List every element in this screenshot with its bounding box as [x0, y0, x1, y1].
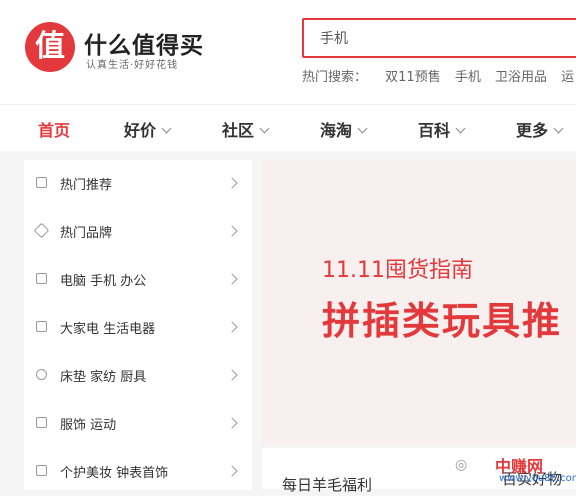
nav-item-overseas[interactable]: 海淘	[320, 117, 368, 141]
chevron-right-icon	[226, 465, 238, 477]
watermark: ◎ 中赚网 www.you85.com	[455, 453, 576, 489]
document-icon	[36, 177, 47, 188]
monitor-icon	[36, 273, 47, 284]
search-box[interactable]	[302, 18, 576, 58]
lipstick-icon	[36, 465, 47, 476]
nav-item-deals[interactable]: 好价	[124, 117, 172, 141]
sidebar-item-label: 电脑 手机 办公	[60, 274, 147, 289]
hot-search-link[interactable]: 双11预售	[385, 70, 441, 85]
sidebar-item-hot-recommend[interactable]: 热门推荐	[24, 160, 252, 208]
nav-label: 百科	[418, 121, 451, 140]
promo-banner[interactable]: 11.11囤货指南 拼插类玩具推	[262, 160, 576, 445]
banner-title: 拼插类玩具推	[322, 299, 563, 343]
sidebar-item-label: 大家电 生活电器	[60, 322, 156, 337]
nav-label: 好价	[124, 121, 157, 140]
sidebar-item-label: 热门推荐	[60, 178, 113, 193]
nav-item-wiki[interactable]: 百科	[418, 117, 466, 141]
chevron-down-icon	[259, 123, 270, 134]
shoe-icon	[36, 417, 47, 428]
banner-subtitle: 11.11囤货指南	[322, 258, 473, 283]
user-icon	[36, 369, 47, 380]
chevron-right-icon	[226, 225, 238, 237]
logo-icon[interactable]: 值	[25, 22, 75, 72]
header: 值 什么值得买 认真生活·好好花钱 热门搜索： 双11预售 手机 卫浴用品 运	[0, 0, 576, 104]
chevron-down-icon	[553, 123, 564, 134]
chevron-right-icon	[226, 369, 238, 381]
sidebar-item-label: 床垫 家纺 厨具	[60, 370, 147, 385]
chevron-right-icon	[226, 321, 238, 333]
chevron-right-icon	[226, 273, 238, 285]
chevron-down-icon	[161, 123, 172, 134]
hot-search-link[interactable]: 运	[561, 70, 574, 85]
sidebar-item-hot-brands[interactable]: 热门品牌	[24, 208, 252, 256]
hot-search-row: 热门搜索： 双11预售 手机 卫浴用品 运	[302, 66, 576, 85]
nav-label: 首页	[38, 121, 71, 140]
hot-search-label: 热门搜索：	[302, 70, 368, 85]
sidebar-item-apparel[interactable]: 服饰 运动	[24, 400, 252, 448]
wechat-icon: ◎	[455, 457, 468, 473]
nav-item-community[interactable]: 社区	[222, 117, 270, 141]
logo-name[interactable]: 什么值得买	[84, 26, 204, 60]
main-nav: 首页 好价 社区 海淘 百科 更多	[0, 104, 576, 151]
search-input[interactable]	[318, 29, 562, 47]
chevron-right-icon	[226, 417, 238, 429]
hot-search-link[interactable]: 卫浴用品	[495, 70, 547, 85]
watermark-url: www.you85.com	[499, 473, 576, 484]
chevron-down-icon	[357, 123, 368, 134]
hot-search-link[interactable]: 手机	[455, 70, 481, 85]
sidebar-item-home-textiles[interactable]: 床垫 家纺 厨具	[24, 352, 252, 400]
washer-icon	[36, 321, 47, 332]
nav-label: 海淘	[320, 121, 353, 140]
chevron-down-icon	[455, 123, 466, 134]
logo-slogan: 认真生活·好好花钱	[86, 60, 179, 71]
nav-label: 社区	[222, 121, 255, 140]
sidebar-item-appliances[interactable]: 大家电 生活电器	[24, 304, 252, 352]
card-title: 每日羊毛福利	[282, 476, 373, 494]
sidebar-item-label: 服饰 运动	[60, 418, 117, 433]
sidebar-item-label: 热门品牌	[60, 226, 113, 241]
nav-label: 更多	[516, 121, 549, 140]
sidebar-item-label: 个护美妆 钟表首饰	[60, 466, 169, 481]
category-sidebar: 热门推荐 热门品牌 电脑 手机 办公 大家电 生活电器 床垫 家纺 厨具 服饰 …	[24, 160, 252, 490]
sidebar-item-computers[interactable]: 电脑 手机 办公	[24, 256, 252, 304]
nav-item-more[interactable]: 更多	[516, 117, 564, 141]
nav-item-home[interactable]: 首页	[38, 117, 70, 141]
chevron-right-icon	[226, 177, 238, 189]
tag-icon	[33, 222, 50, 239]
